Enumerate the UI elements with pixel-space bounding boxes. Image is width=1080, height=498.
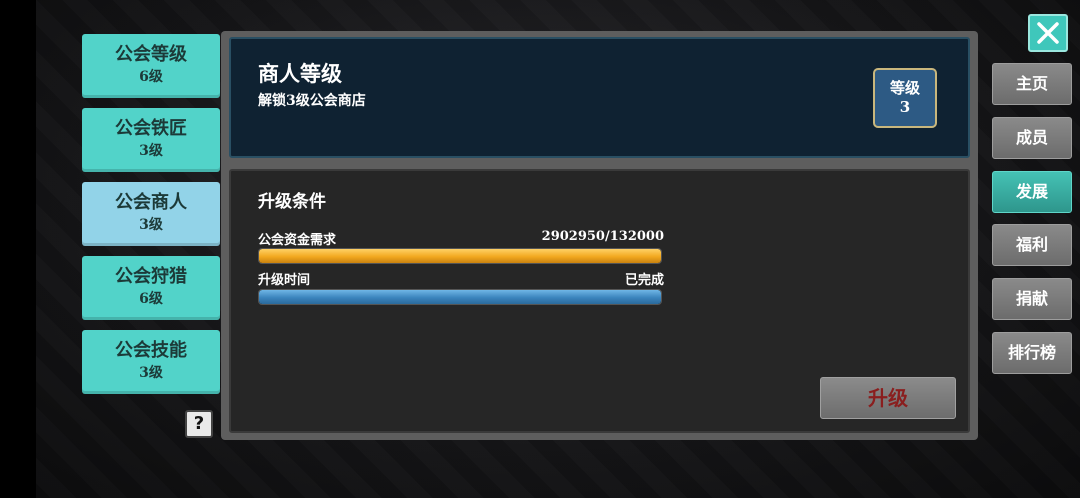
level-badge-value: 3	[899, 98, 911, 116]
help-icon[interactable]: ?	[185, 410, 213, 438]
time-progress-bar	[258, 289, 662, 305]
time-value: 已完成	[624, 273, 664, 288]
page-title: 商人等级	[258, 61, 342, 86]
funds-label: 公会资金需求	[258, 233, 337, 248]
level-badge-label: 等级	[889, 79, 920, 97]
left-tab-name: 公会铁匠	[115, 118, 187, 139]
close-icon	[1037, 22, 1059, 44]
left-tab-guild-blacksmith[interactable]: 公会铁匠 3级	[82, 108, 220, 172]
left-tab-level: 3级	[139, 217, 163, 233]
time-progress-fill	[259, 290, 661, 304]
time-label: 升级时间	[258, 273, 311, 288]
left-tab-level: 3级	[139, 365, 163, 381]
nav-leaderboard[interactable]: 排行榜	[992, 332, 1072, 374]
left-tab-name: 公会技能	[115, 340, 187, 361]
left-tab-guild-hunting[interactable]: 公会狩猎 6级	[82, 256, 220, 320]
left-tab-level: 6级	[139, 291, 163, 307]
left-tab-name: 公会商人	[115, 192, 187, 213]
left-tab-name: 公会等级	[115, 44, 187, 65]
left-tab-guild-skills[interactable]: 公会技能 3级	[82, 330, 220, 394]
close-button[interactable]	[1028, 14, 1068, 52]
conditions-title: 升级条件	[258, 192, 326, 212]
nav-welfare[interactable]: 福利	[992, 224, 1072, 266]
left-tab-guild-level[interactable]: 公会等级 6级	[82, 34, 220, 98]
upgrade-button[interactable]: 升级	[820, 377, 956, 419]
level-badge: 等级 3	[873, 68, 937, 128]
nav-development[interactable]: 发展	[992, 171, 1072, 213]
funds-progress-bar	[258, 248, 662, 264]
nav-home[interactable]: 主页	[992, 63, 1072, 105]
page-subtitle: 解锁3级公会商店	[258, 93, 366, 109]
left-tab-level: 6级	[139, 69, 163, 85]
left-tab-name: 公会狩猎	[115, 266, 187, 287]
funds-value: 2902950/132000	[541, 229, 664, 244]
nav-members[interactable]: 成员	[992, 117, 1072, 159]
left-tab-guild-merchant[interactable]: 公会商人 3级	[82, 182, 220, 246]
nav-donate[interactable]: 捐献	[992, 278, 1072, 320]
left-tab-level: 3级	[139, 143, 163, 159]
funds-progress-fill	[259, 249, 661, 263]
